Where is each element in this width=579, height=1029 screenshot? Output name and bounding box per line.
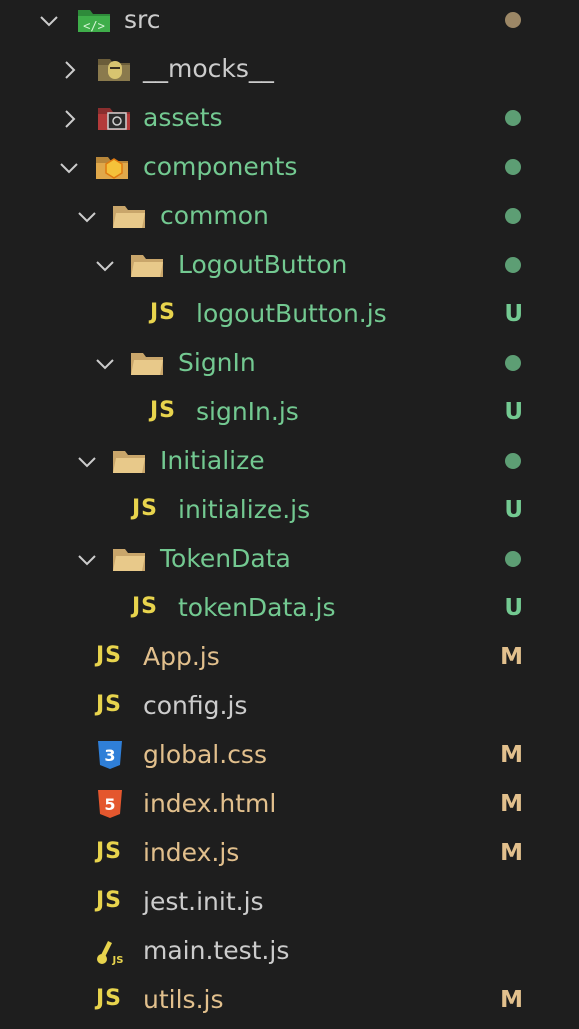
file-app-js[interactable]: JS App.js M [0,637,579,686]
js-file-icon: JS [96,986,123,1011]
git-status-badge: M [500,840,523,866]
file-tokendata-js[interactable]: JS tokenData.js U [0,588,579,637]
file-logoutbutton-js[interactable]: JS logoutButton.js U [0,294,579,343]
chevron-down-icon[interactable] [58,157,80,179]
file-label: index.js [143,838,240,867]
folder-mocks[interactable]: __mocks__ [0,49,579,98]
file-label: utils.js [143,985,224,1014]
js-file-icon: JS [132,594,159,619]
git-status-badge: M [500,791,523,817]
file-config-js[interactable]: JS config.js [0,686,579,735]
chevron-down-icon[interactable] [76,206,98,228]
js-file-icon: JS [96,643,123,668]
file-label: signIn.js [196,397,299,426]
untracked-dot [505,453,521,469]
html5-icon: 5 [98,790,122,818]
folder-open-icon [113,206,145,228]
folder-tokendata[interactable]: TokenData [0,539,579,588]
svg-text:3: 3 [104,746,115,765]
folder-assets[interactable]: assets [0,98,579,147]
test-js-icon: JS [97,941,124,966]
folder-open-icon [131,353,163,375]
chevron-right-icon[interactable] [58,108,80,130]
chevron-right-icon[interactable] [58,59,80,81]
untracked-dot [505,551,521,567]
folder-label: SignIn [178,348,256,377]
file-label: config.js [143,691,248,720]
folder-open-icon [113,549,145,571]
file-label: index.html [143,789,277,818]
folder-label: TokenData [160,544,291,573]
svg-text:JS: JS [112,955,124,966]
svg-text:</>: </> [83,19,105,33]
file-initialize-js[interactable]: JS initialize.js U [0,490,579,539]
folder-label: assets [143,103,223,132]
js-file-icon: JS [150,398,177,423]
folder-src[interactable]: </> src [0,0,579,49]
folder-signin[interactable]: SignIn [0,343,579,392]
file-index-html[interactable]: 5 index.html M [0,784,579,833]
js-file-icon: JS [96,839,123,864]
chevron-down-icon[interactable] [94,255,116,277]
js-file-icon: JS [132,496,159,521]
folder-label: common [160,201,269,230]
folder-label: LogoutButton [178,250,348,279]
folder-open-icon [113,451,145,473]
chevron-down-icon[interactable] [38,10,60,32]
file-jest-init-js[interactable]: JS jest.init.js [0,882,579,931]
git-status-badge: U [504,595,523,621]
folder-mocks-icon [98,59,130,81]
file-main-test-js[interactable]: JS main.test.js [0,931,579,980]
js-file-icon: JS [96,888,123,913]
file-label: tokenData.js [178,593,336,622]
untracked-dot [505,159,521,175]
js-file-icon: JS [150,300,177,325]
folder-common[interactable]: common [0,196,579,245]
folder-label: Initialize [160,446,265,475]
folder-components[interactable]: components [0,147,579,196]
folder-assets-icon [98,108,130,130]
folder-open-icon [131,255,163,277]
file-label: global.css [143,740,267,769]
chevron-down-icon[interactable] [76,549,98,571]
modified-dot [505,12,521,28]
css3-icon: 3 [98,741,122,769]
file-label: jest.init.js [143,887,264,916]
file-label: logoutButton.js [196,299,387,328]
file-explorer: </> src __mocks__ assets components comm… [0,0,579,1024]
folder-label: __mocks__ [143,54,274,83]
file-label: initialize.js [178,495,311,524]
svg-text:5: 5 [104,795,115,814]
git-status-badge: U [504,497,523,523]
folder-initialize[interactable]: Initialize [0,441,579,490]
file-signin-js[interactable]: JS signIn.js U [0,392,579,441]
folder-logoutbutton[interactable]: LogoutButton [0,245,579,294]
git-status-badge: M [500,644,523,670]
git-status-badge: M [500,742,523,768]
untracked-dot [505,208,521,224]
git-status-badge: U [504,301,523,327]
file-index-js[interactable]: JS index.js M [0,833,579,882]
git-status-badge: M [500,987,523,1013]
untracked-dot [505,355,521,371]
untracked-dot [505,110,521,126]
folder-src-icon: </> [78,10,110,33]
chevron-down-icon[interactable] [76,451,98,473]
chevron-down-icon[interactable] [94,353,116,375]
folder-components-icon [96,157,128,179]
untracked-dot [505,257,521,273]
file-global-css[interactable]: 3 global.css M [0,735,579,784]
folder-label: src [124,5,161,34]
file-label: App.js [143,642,220,671]
git-status-badge: U [504,399,523,425]
file-label: main.test.js [143,936,290,965]
file-utils-js[interactable]: JS utils.js M [0,980,579,1029]
js-file-icon: JS [96,692,123,717]
folder-label: components [143,152,298,181]
